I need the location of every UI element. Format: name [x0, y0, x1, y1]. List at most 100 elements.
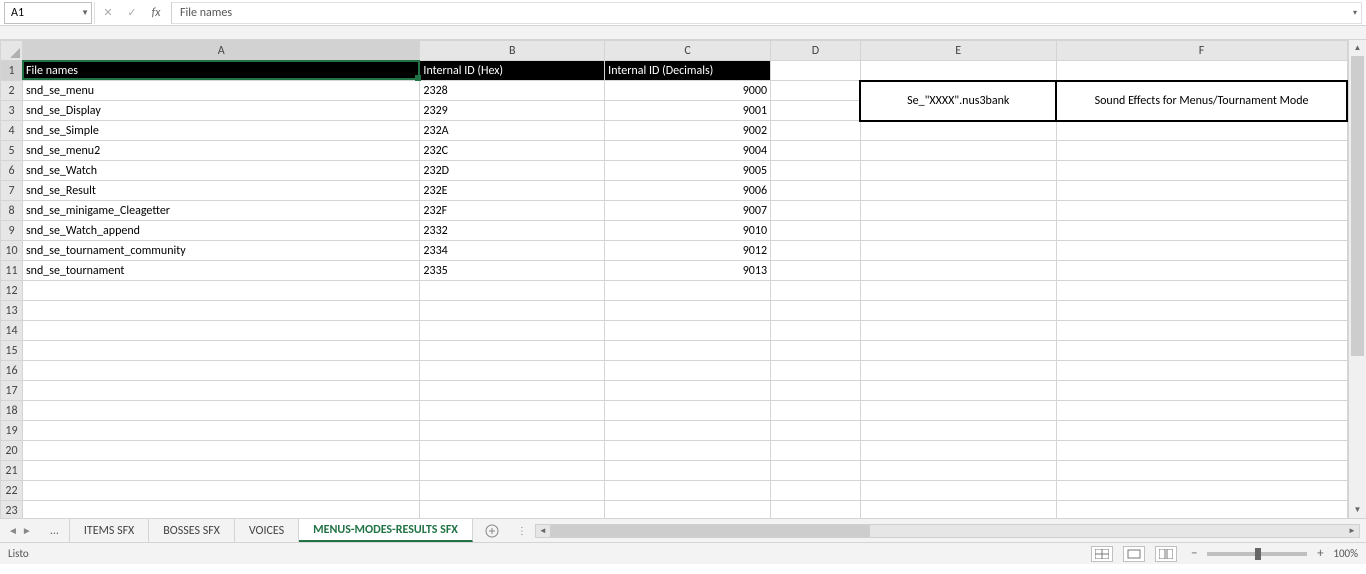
cell[interactable]	[860, 341, 1056, 361]
cell[interactable]	[860, 121, 1056, 141]
add-sheet-button[interactable]	[473, 519, 511, 542]
select-all-corner[interactable]	[1, 41, 23, 61]
cell[interactable]	[1056, 361, 1347, 381]
row-header[interactable]: 11	[1, 261, 23, 281]
cell[interactable]	[420, 281, 605, 301]
cell[interactable]	[1056, 181, 1347, 201]
cell[interactable]	[860, 381, 1056, 401]
cell[interactable]	[605, 401, 771, 421]
scroll-left-icon[interactable]: ◄	[536, 525, 550, 537]
cell[interactable]	[605, 321, 771, 341]
cell[interactable]	[771, 441, 861, 461]
horizontal-scrollbar[interactable]: ◄ ►	[535, 524, 1360, 538]
cell[interactable]: 2335	[420, 261, 605, 281]
tab-splitter[interactable]: ⋮	[517, 524, 529, 537]
cell[interactable]	[1056, 321, 1347, 341]
row-header[interactable]: 2	[1, 81, 23, 101]
chevron-right-icon[interactable]: ►	[22, 524, 32, 537]
cell[interactable]	[605, 361, 771, 381]
cell[interactable]	[420, 501, 605, 519]
cell[interactable]	[605, 501, 771, 519]
column-header[interactable]: B	[420, 41, 605, 61]
cell[interactable]	[22, 421, 419, 441]
cell[interactable]	[771, 101, 861, 121]
chevron-down-icon[interactable]: ▾	[1353, 8, 1357, 18]
cell[interactable]: 9001	[605, 101, 771, 121]
row-header[interactable]: 1	[1, 61, 23, 81]
cell[interactable]	[771, 461, 861, 481]
cell[interactable]	[860, 281, 1056, 301]
cell[interactable]: 9004	[605, 141, 771, 161]
cell[interactable]	[420, 341, 605, 361]
cell[interactable]	[22, 321, 419, 341]
cell[interactable]	[420, 381, 605, 401]
tab-nav[interactable]: ◄ ►	[0, 519, 40, 542]
scroll-right-icon[interactable]: ►	[1345, 525, 1359, 537]
cell[interactable]	[771, 161, 861, 181]
row-header[interactable]: 21	[1, 461, 23, 481]
row-header[interactable]: 14	[1, 321, 23, 341]
cell[interactable]: Internal ID (Decimals)	[605, 61, 771, 81]
row-header[interactable]: 23	[1, 501, 23, 519]
column-header[interactable]: F	[1056, 41, 1347, 61]
cell[interactable]	[860, 461, 1056, 481]
cell[interactable]	[771, 121, 861, 141]
cell[interactable]	[1056, 301, 1347, 321]
cell[interactable]	[420, 441, 605, 461]
cell[interactable]	[420, 301, 605, 321]
scroll-thumb[interactable]	[1351, 56, 1364, 356]
cell[interactable]	[771, 181, 861, 201]
cell[interactable]: Sound Effects for Menus/Tournament Mode	[1056, 81, 1347, 121]
cell[interactable]	[1056, 501, 1347, 519]
cell[interactable]: Se_"XXXX".nus3bank	[860, 81, 1056, 121]
cell[interactable]	[771, 501, 861, 519]
cell[interactable]: 232A	[420, 121, 605, 141]
sheet-tab[interactable]: VOICES	[235, 519, 299, 542]
cell[interactable]	[771, 341, 861, 361]
row-header[interactable]: 19	[1, 421, 23, 441]
cell[interactable]: snd_se_Watch_append	[22, 221, 419, 241]
cell[interactable]	[771, 421, 861, 441]
cell[interactable]: 2328	[420, 81, 605, 101]
vertical-scrollbar[interactable]: ▲ ▼	[1348, 40, 1366, 518]
cell[interactable]: 9010	[605, 221, 771, 241]
column-header[interactable]: D	[771, 41, 861, 61]
row-header[interactable]: 10	[1, 241, 23, 261]
cell[interactable]	[1056, 201, 1347, 221]
column-header[interactable]: E	[860, 41, 1056, 61]
row-header[interactable]: 16	[1, 361, 23, 381]
cell[interactable]	[1056, 121, 1347, 141]
sheet-tab[interactable]: ITEMS SFX	[70, 519, 149, 542]
cell[interactable]: 9013	[605, 261, 771, 281]
cell[interactable]	[860, 501, 1056, 519]
cell[interactable]	[1056, 141, 1347, 161]
column-header[interactable]: C	[605, 41, 771, 61]
fx-icon[interactable]: fx	[149, 6, 163, 20]
cell[interactable]	[1056, 61, 1347, 81]
view-normal-button[interactable]	[1091, 546, 1113, 562]
cell[interactable]	[860, 161, 1056, 181]
cell[interactable]	[605, 421, 771, 441]
cell[interactable]: snd_se_Simple	[22, 121, 419, 141]
cell[interactable]	[771, 381, 861, 401]
cell[interactable]	[771, 201, 861, 221]
row-header[interactable]: 17	[1, 381, 23, 401]
cell[interactable]	[605, 441, 771, 461]
view-page-break-button[interactable]	[1155, 546, 1177, 562]
cell[interactable]: Internal ID (Hex)	[420, 61, 605, 81]
cell[interactable]	[1056, 381, 1347, 401]
cell[interactable]	[860, 201, 1056, 221]
cell[interactable]	[605, 481, 771, 501]
chevron-left-icon[interactable]: ◄	[8, 524, 18, 537]
cell[interactable]	[771, 401, 861, 421]
cell[interactable]	[22, 381, 419, 401]
cell[interactable]: 9005	[605, 161, 771, 181]
tab-overflow[interactable]: ...	[40, 519, 70, 542]
row-header[interactable]: 5	[1, 141, 23, 161]
cell[interactable]	[860, 481, 1056, 501]
cell[interactable]	[771, 141, 861, 161]
cell[interactable]: 2334	[420, 241, 605, 261]
cell[interactable]: 232D	[420, 161, 605, 181]
formula-bar[interactable]: File names ▾	[171, 2, 1362, 24]
cell[interactable]: 2329	[420, 101, 605, 121]
